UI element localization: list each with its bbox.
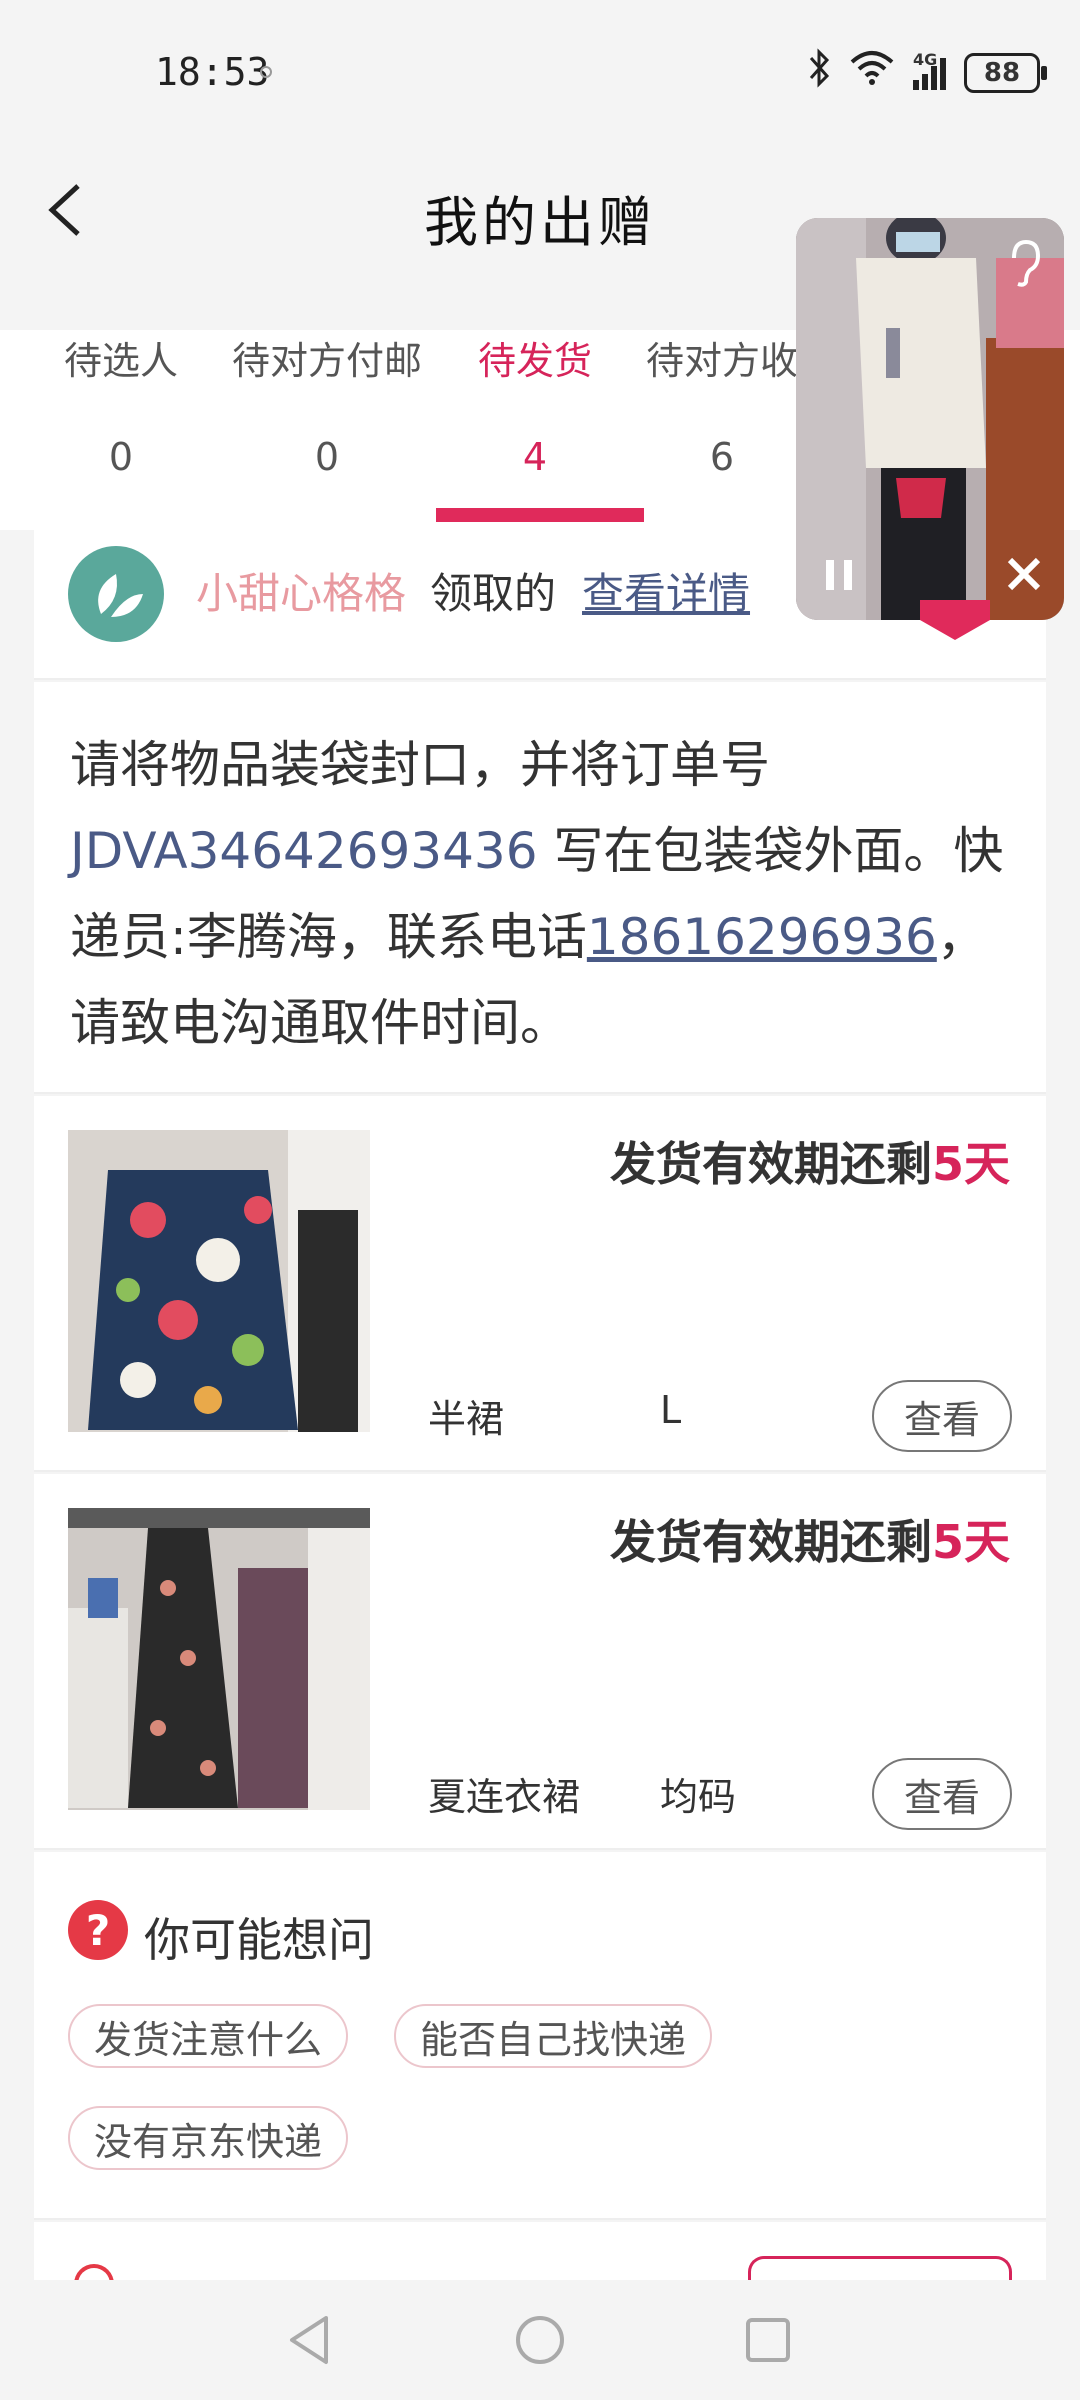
- signal-icon: 4G: [913, 50, 946, 90]
- view-button[interactable]: 查看: [872, 1758, 1012, 1830]
- status-time: 18:53: [155, 50, 270, 94]
- faq-chip[interactable]: 能否自己找快递: [394, 2004, 713, 2068]
- item-size: 均码: [660, 1775, 737, 1819]
- tab-label: 待对方付邮: [232, 339, 423, 383]
- battery-icon: 88: [964, 52, 1047, 93]
- view-button[interactable]: 查看: [872, 1380, 1012, 1452]
- list-item: 发货有效期还剩5天 半裙 L 查看: [34, 1096, 1046, 1472]
- tab-label: 待选人: [64, 339, 179, 383]
- tab-label: 待对方收: [646, 339, 799, 383]
- system-nav-bar: [0, 2280, 1080, 2400]
- nav-back-icon[interactable]: [280, 2310, 340, 2370]
- tab-count: 0: [314, 435, 340, 479]
- nav-recents-icon[interactable]: [738, 2310, 798, 2370]
- claimer-name[interactable]: 小甜心格格: [196, 560, 406, 621]
- question-icon: ?: [68, 1900, 128, 1960]
- faq-chip[interactable]: 发货注意什么: [68, 2004, 349, 2068]
- item-name: 夏连衣裙: [428, 1775, 581, 1819]
- item-photo[interactable]: [68, 1130, 370, 1432]
- deadline-days: 5天: [931, 1137, 1010, 1191]
- courier-phone-link[interactable]: 18616296936: [587, 908, 937, 966]
- pause-icon[interactable]: [822, 558, 856, 592]
- deadline-days: 5天: [931, 1515, 1010, 1569]
- bluetooth-icon: [807, 48, 831, 97]
- tab-pending-postage[interactable]: 待对方付邮 0: [232, 330, 422, 479]
- leaf-icon: [98, 574, 143, 617]
- next-card-peek: [34, 2222, 1046, 2316]
- ribbon-icon: [920, 600, 990, 640]
- ear-icon[interactable]: [1004, 238, 1044, 288]
- ship-deadline: 发货有效期还剩5天: [610, 1128, 1010, 1194]
- item-size: L: [660, 1388, 682, 1432]
- list-item: 发货有效期还剩5天 夏连衣裙 均码 查看: [34, 1474, 1046, 1850]
- deadline-label: 发货有效期还剩: [609, 1137, 932, 1191]
- ship-deadline: 发货有效期还剩5天: [610, 1506, 1010, 1572]
- tab-count: 0: [108, 435, 134, 479]
- battery-level: 88: [983, 57, 1021, 88]
- order-number: JDVA34642693436: [70, 822, 538, 880]
- faq-title: 你可能想问: [144, 1913, 374, 1967]
- nav-home-icon[interactable]: [510, 2310, 570, 2370]
- shipping-notice: 请将物品装袋封口，并将订单号 JDVA34642693436 写在包装袋外面。快…: [34, 682, 1046, 1094]
- avatar[interactable]: [68, 546, 164, 642]
- tab-count: 6: [709, 435, 735, 479]
- wifi-icon: [849, 50, 895, 95]
- notice-text: 请将物品装袋封口，并将订单号 JDVA34642693436 写在包装袋外面。快…: [70, 722, 1010, 1066]
- network-type: 4G: [913, 49, 938, 69]
- deadline-label: 发货有效期还剩: [609, 1515, 932, 1569]
- tab-label: 待发货: [478, 339, 593, 383]
- tab-pending-receive[interactable]: 待对方收 6: [646, 330, 798, 479]
- item-photo[interactable]: [68, 1508, 370, 1810]
- status-icons: 4G 88: [807, 48, 1047, 97]
- tab-count: 4: [522, 435, 548, 479]
- item-name: 半裙: [428, 1397, 505, 1441]
- faq-chip[interactable]: 没有京东快递: [68, 2106, 349, 2170]
- claim-text: 领取的: [430, 569, 557, 618]
- status-bar: 18:53 4G 88: [0, 0, 1080, 140]
- close-icon[interactable]: [1004, 554, 1044, 594]
- floating-video[interactable]: [796, 218, 1064, 620]
- tab-pending-ship[interactable]: 待发货 4: [478, 330, 592, 479]
- notification-dot-icon: [260, 66, 272, 78]
- tab-pending-select[interactable]: 待选人 0: [64, 330, 178, 479]
- view-details-link[interactable]: 查看详情: [582, 560, 750, 621]
- active-tab-indicator: [436, 508, 644, 522]
- faq-section: ? 你可能想问 发货注意什么 能否自己找快递 没有京东快递: [34, 1852, 1046, 2220]
- notice-part: 请将物品装袋封口，并将订单号: [70, 736, 770, 794]
